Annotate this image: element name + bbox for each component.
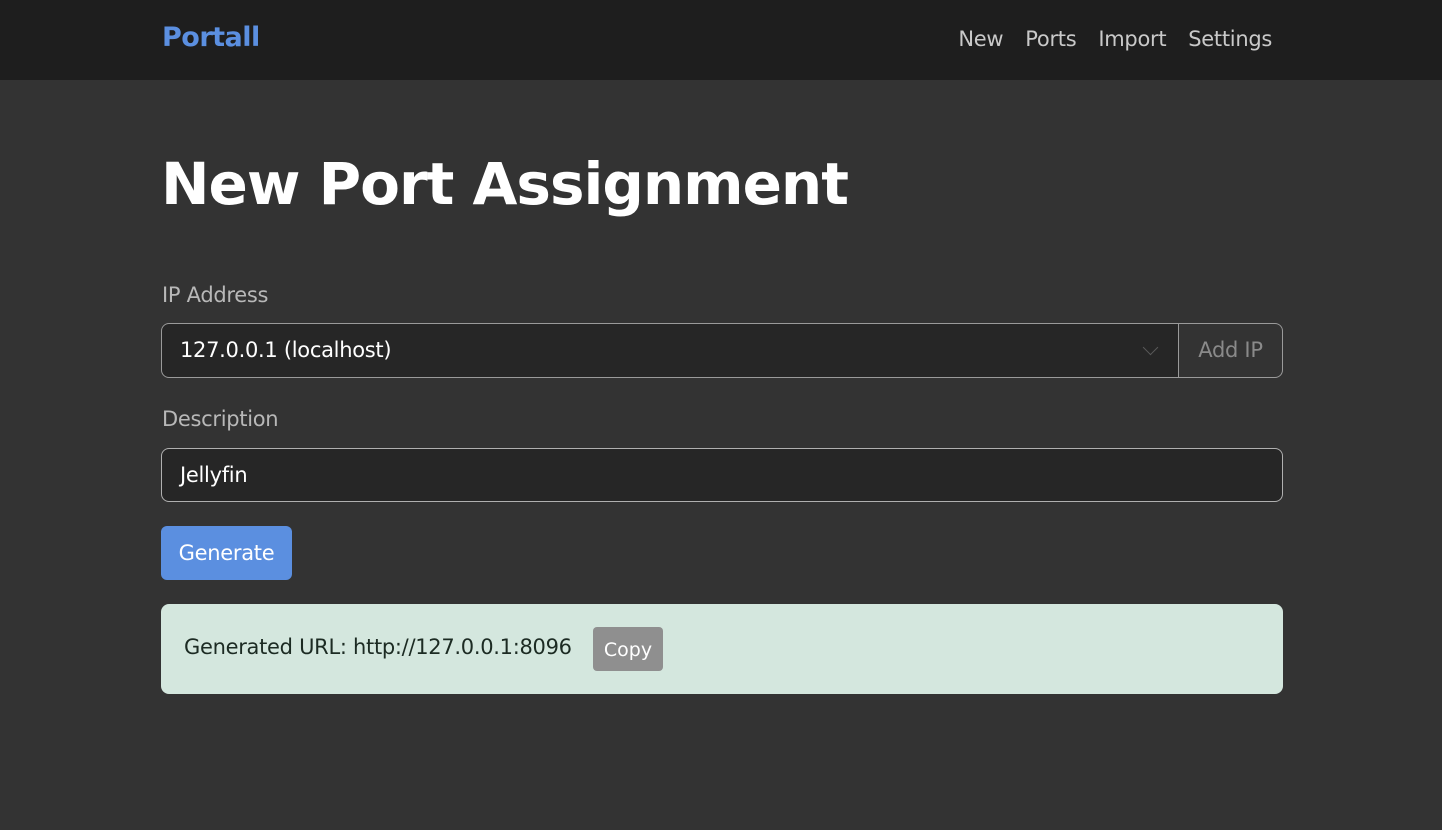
description-label: Description	[162, 407, 279, 431]
nav-links: New Ports Import Settings	[958, 27, 1272, 51]
nav-link-settings[interactable]: Settings	[1188, 27, 1272, 51]
ip-address-label: IP Address	[162, 283, 269, 307]
add-ip-button[interactable]: Add IP	[1178, 323, 1283, 378]
copy-button[interactable]: Copy	[593, 627, 663, 671]
nav-link-ports[interactable]: Ports	[1025, 27, 1076, 51]
generate-button[interactable]: Generate	[161, 526, 292, 580]
brand-logo[interactable]: Portall	[162, 22, 260, 53]
generated-url-text: Generated URL: http://127.0.0.1:8096	[184, 635, 572, 659]
ip-address-group: 127.0.0.1 (localhost) Add IP	[161, 323, 1283, 378]
chevron-down-icon	[1142, 339, 1159, 356]
navbar: Portall New Ports Import Settings	[0, 0, 1442, 80]
generated-url-alert: Generated URL: http://127.0.0.1:8096 Cop…	[161, 604, 1283, 694]
nav-link-import[interactable]: Import	[1098, 27, 1166, 51]
description-input[interactable]: Jellyfin	[161, 448, 1283, 502]
ip-address-selected-value: 127.0.0.1 (localhost)	[180, 338, 392, 362]
nav-link-new[interactable]: New	[958, 27, 1003, 51]
page-title: New Port Assignment	[161, 150, 849, 218]
ip-address-select[interactable]: 127.0.0.1 (localhost)	[161, 323, 1179, 378]
